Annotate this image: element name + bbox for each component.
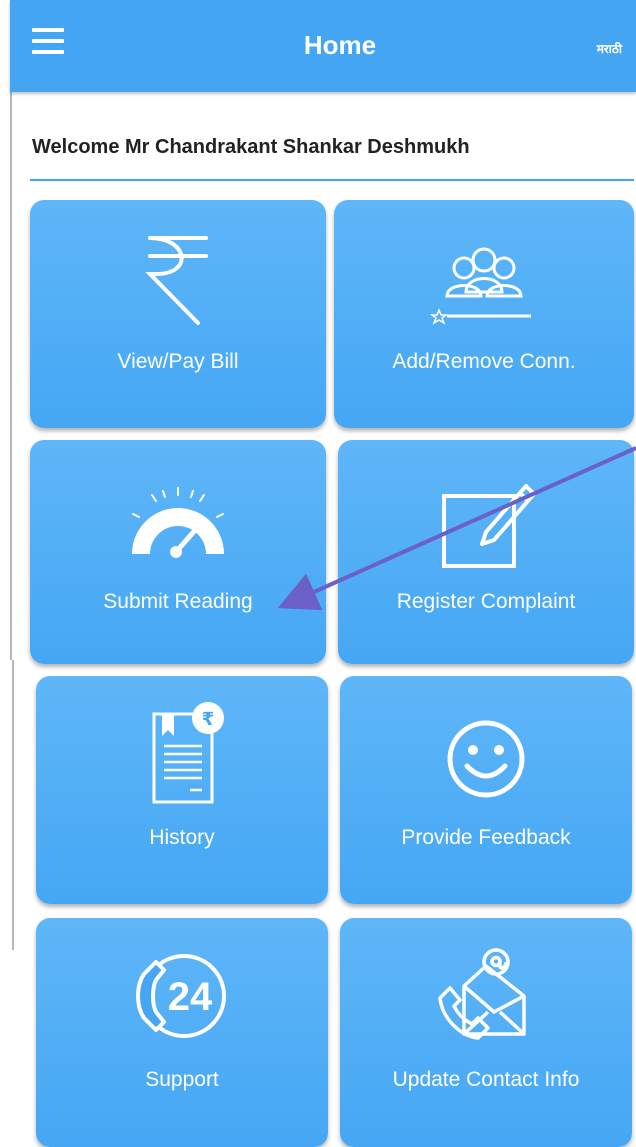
edit-square-icon <box>442 484 536 568</box>
svg-text:₹: ₹ <box>202 709 215 730</box>
tile-label: Support <box>145 1068 219 1091</box>
app-header: Home मराठी <box>10 0 636 92</box>
tile-label: Provide Feedback <box>401 826 571 849</box>
view-pay-bill-tile[interactable]: View/Pay Bill <box>30 200 326 428</box>
history-tile[interactable]: ₹ History <box>36 676 328 904</box>
tile-label: Add/Remove Conn. <box>392 350 576 373</box>
register-complaint-tile[interactable]: Register Complaint <box>338 440 634 664</box>
provide-feedback-tile[interactable]: Provide Feedback <box>340 676 632 904</box>
app-screen-bottom-edge <box>0 660 14 950</box>
tile-label: History <box>149 826 215 849</box>
language-toggle-button[interactable]: मराठी <box>597 40 622 57</box>
welcome-message: Welcome Mr Chandrakant Shankar Deshmukh <box>32 136 470 158</box>
tile-label: View/Pay Bill <box>117 350 239 373</box>
bill-history-icon: ₹ <box>152 702 224 804</box>
support-tile[interactable]: 24 Support <box>36 918 328 1147</box>
tile-label: Submit Reading <box>103 590 253 613</box>
update-contact-info-tile[interactable]: Update Contact Info <box>340 918 632 1147</box>
page-title: Home <box>303 30 377 60</box>
tile-label: Register Complaint <box>396 590 576 613</box>
svg-text:24: 24 <box>168 975 213 1019</box>
rupee-icon <box>145 236 208 325</box>
tile-label: Update Contact Info <box>392 1068 580 1091</box>
speedometer-icon <box>132 487 224 558</box>
phone-24-icon: 24 <box>136 954 226 1038</box>
smiley-icon <box>447 720 525 798</box>
submit-reading-tile[interactable]: Submit Reading <box>30 440 326 664</box>
hamburger-menu-icon[interactable] <box>32 28 76 64</box>
users-group-icon <box>429 247 531 325</box>
welcome-divider <box>30 179 634 181</box>
email-phone-icon <box>438 948 526 1040</box>
add-remove-connection-tile[interactable]: Add/Remove Conn. <box>334 200 634 428</box>
